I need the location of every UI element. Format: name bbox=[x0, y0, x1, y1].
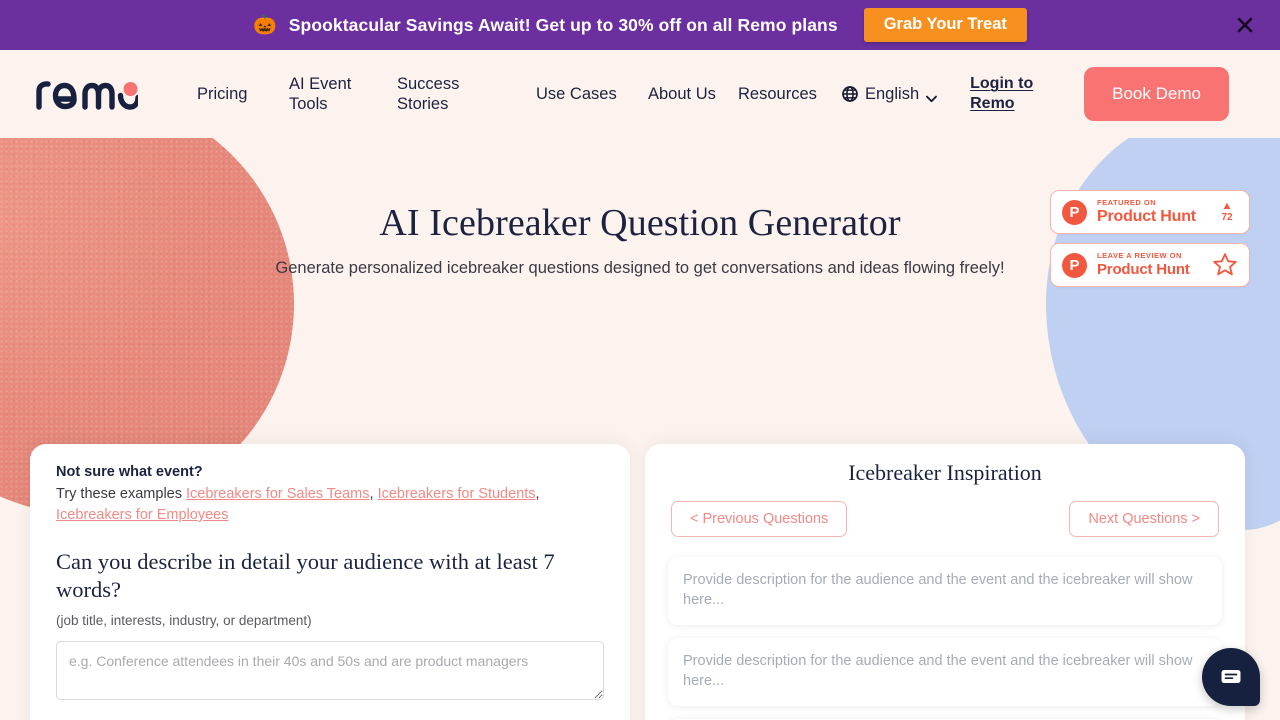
audience-input[interactable] bbox=[56, 640, 604, 700]
next-questions-button[interactable]: Next Questions > bbox=[1069, 501, 1219, 537]
star-icon bbox=[1212, 252, 1238, 278]
generator-form-card: Not sure what event? Try these examples … bbox=[30, 444, 630, 720]
example-link-sales-teams[interactable]: Icebreakers for Sales Teams bbox=[186, 486, 369, 502]
nav-link-ai-event-tools[interactable]: AI Event Tools bbox=[289, 74, 397, 114]
badge-kicker: LEAVE A REVIEW ON bbox=[1097, 251, 1182, 261]
product-hunt-badges: P FEATURED ON Product Hunt ▲ 72 P LEAVE … bbox=[1050, 190, 1250, 296]
previous-questions-button[interactable]: < Previous Questions bbox=[671, 501, 848, 537]
inspiration-title: Icebreaker Inspiration bbox=[848, 460, 1042, 485]
hint-title: Not sure what event? bbox=[56, 464, 203, 480]
language-label: English bbox=[865, 84, 920, 103]
badge-name: Product Hunt bbox=[1097, 261, 1190, 279]
panels-row: Not sure what event? Try these examples … bbox=[0, 444, 1280, 720]
hero-section: AI Icebreaker Question Generator Generat… bbox=[0, 138, 1280, 720]
badge-kicker: FEATURED ON bbox=[1097, 197, 1157, 207]
inspiration-placeholder-text: Provide description for the audience and… bbox=[683, 572, 1193, 608]
chat-widget-button[interactable] bbox=[1202, 648, 1260, 706]
list-item: Provide description for the audience and… bbox=[668, 638, 1222, 707]
question-1-hint: (job title, interests, industry, or depa… bbox=[56, 612, 312, 628]
inspiration-pagination: < Previous Questions Next Questions > bbox=[668, 501, 1222, 537]
nav-link-pricing[interactable]: Pricing bbox=[197, 84, 289, 104]
badge-text: FEATURED ON Product Hunt bbox=[1097, 197, 1206, 226]
badge-text: LEAVE A REVIEW ON Product Hunt bbox=[1097, 252, 1202, 278]
main-navbar: Pricing AI Event Tools Success Stories U… bbox=[0, 50, 1280, 138]
question-1-title: Can you describe in detail your audience… bbox=[56, 549, 555, 603]
product-hunt-review-badge[interactable]: P LEAVE A REVIEW ON Product Hunt bbox=[1050, 243, 1250, 287]
nav-link-success-stories[interactable]: Success Stories bbox=[397, 74, 509, 114]
chevron-down-icon bbox=[926, 90, 938, 103]
upvote-count: 72 bbox=[1221, 211, 1233, 223]
nav-link-use-cases[interactable]: Use Cases bbox=[536, 84, 632, 104]
example-link-students[interactable]: Icebreakers for Students bbox=[378, 486, 536, 502]
inspiration-card: Icebreaker Inspiration < Previous Questi… bbox=[645, 444, 1245, 720]
nav-links: Pricing AI Event Tools Success Stories U… bbox=[152, 67, 1248, 121]
promo-text: Spooktacular Savings Await! Get up to 30… bbox=[288, 14, 838, 35]
grab-your-treat-button[interactable]: Grab Your Treat bbox=[863, 8, 1027, 42]
promo-banner: 🎃 Spooktacular Savings Await! Get up to … bbox=[0, 0, 1280, 50]
login-to-remo-link[interactable]: Login to Remo bbox=[970, 74, 1044, 113]
page-root: 🎃 Spooktacular Savings Await! Get up to … bbox=[0, 0, 1280, 720]
list-item: Provide description for the audience and… bbox=[668, 557, 1222, 626]
remo-logo[interactable] bbox=[34, 77, 152, 111]
book-demo-button[interactable]: Book Demo bbox=[1084, 67, 1229, 121]
product-hunt-logo-icon: P bbox=[1062, 199, 1087, 225]
example-link-employees[interactable]: Icebreakers for Employees bbox=[56, 507, 228, 523]
inspiration-placeholder-text: Provide description for the audience and… bbox=[683, 653, 1193, 689]
badge-upvote[interactable]: ▲ 72 bbox=[1216, 199, 1238, 223]
chat-bubble-icon bbox=[1218, 664, 1244, 690]
inspiration-list: Provide description for the audience and… bbox=[668, 557, 1222, 720]
product-hunt-featured-badge[interactable]: P FEATURED ON Product Hunt ▲ 72 bbox=[1050, 190, 1250, 234]
nav-link-about-us[interactable]: About Us bbox=[648, 84, 738, 104]
hint-body: Try these examples Icebreakers for Sales… bbox=[56, 486, 540, 524]
language-selector[interactable]: English bbox=[842, 84, 938, 104]
badge-name: Product Hunt bbox=[1097, 207, 1196, 225]
upvote-arrow-icon: ▲ bbox=[1221, 199, 1233, 212]
close-icon[interactable] bbox=[1232, 12, 1258, 38]
promo-content: 🎃 Spooktacular Savings Await! Get up to … bbox=[253, 8, 1027, 42]
product-hunt-logo-icon: P bbox=[1062, 252, 1087, 278]
nav-link-resources[interactable]: Resources bbox=[738, 84, 836, 104]
globe-icon bbox=[842, 86, 858, 102]
hint-prefix: Try these examples bbox=[56, 486, 187, 502]
pumpkin-icon: 🎃 bbox=[253, 14, 277, 36]
